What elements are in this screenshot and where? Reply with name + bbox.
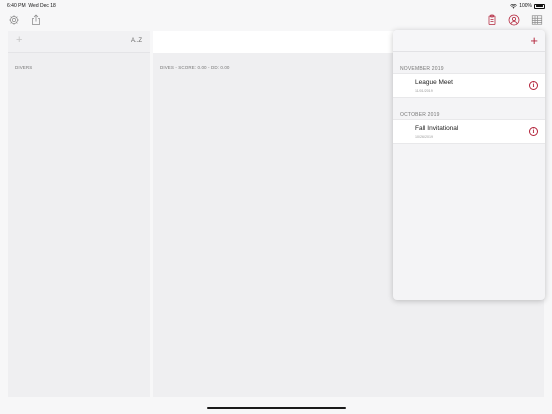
status-date-text: Wed Dec 18 (28, 3, 56, 9)
battery-icon (534, 3, 545, 9)
section-header-october: OCTOBER 2019 (400, 112, 440, 118)
status-time-text: 6:40 PM (7, 3, 26, 9)
divers-list[interactable]: DIVERS (8, 53, 150, 397)
add-meet-button[interactable]: + (530, 34, 538, 47)
gear-icon[interactable] (7, 13, 21, 27)
add-diver-button[interactable]: + (16, 35, 22, 46)
meet-row[interactable]: Fall Invitational 10/26/2019 i (393, 119, 545, 144)
meet-row[interactable]: League Meet 11/01/2019 i (393, 73, 545, 98)
toolbar (0, 11, 552, 30)
status-right: 100% (510, 3, 545, 9)
clipboard-icon[interactable] (485, 13, 499, 27)
home-indicator[interactable] (207, 407, 346, 409)
meet-date: 11/01/2019 (415, 89, 433, 93)
dives-section-label: DIVES - SCORE: 0.00 - DD: 0.00 (160, 65, 230, 70)
divers-section-label: DIVERS (15, 65, 33, 70)
person-icon[interactable] (507, 13, 521, 27)
grid-table-icon[interactable] (530, 13, 544, 27)
meet-name: League Meet (415, 79, 453, 86)
meet-date: 10/26/2019 (415, 135, 433, 139)
battery-percent: 100% (519, 3, 532, 9)
info-icon[interactable]: i (529, 127, 538, 136)
meet-name: Fall Invitational (415, 125, 459, 132)
meets-popover-header: + (393, 30, 545, 52)
info-icon[interactable]: i (529, 81, 538, 90)
wifi-icon (510, 3, 518, 9)
sort-az-button[interactable]: A..Z (131, 38, 142, 44)
section-header-november: NOVEMBER 2019 (400, 66, 444, 72)
divers-header: + A..Z (8, 31, 150, 53)
status-bar: 6:40 PM Wed Dec 18 100% (0, 0, 552, 11)
share-icon[interactable] (29, 13, 43, 27)
status-time: 6:40 PM Wed Dec 18 (7, 3, 56, 9)
meets-popover: + NOVEMBER 2019 League Meet 11/01/2019 i… (393, 30, 545, 300)
